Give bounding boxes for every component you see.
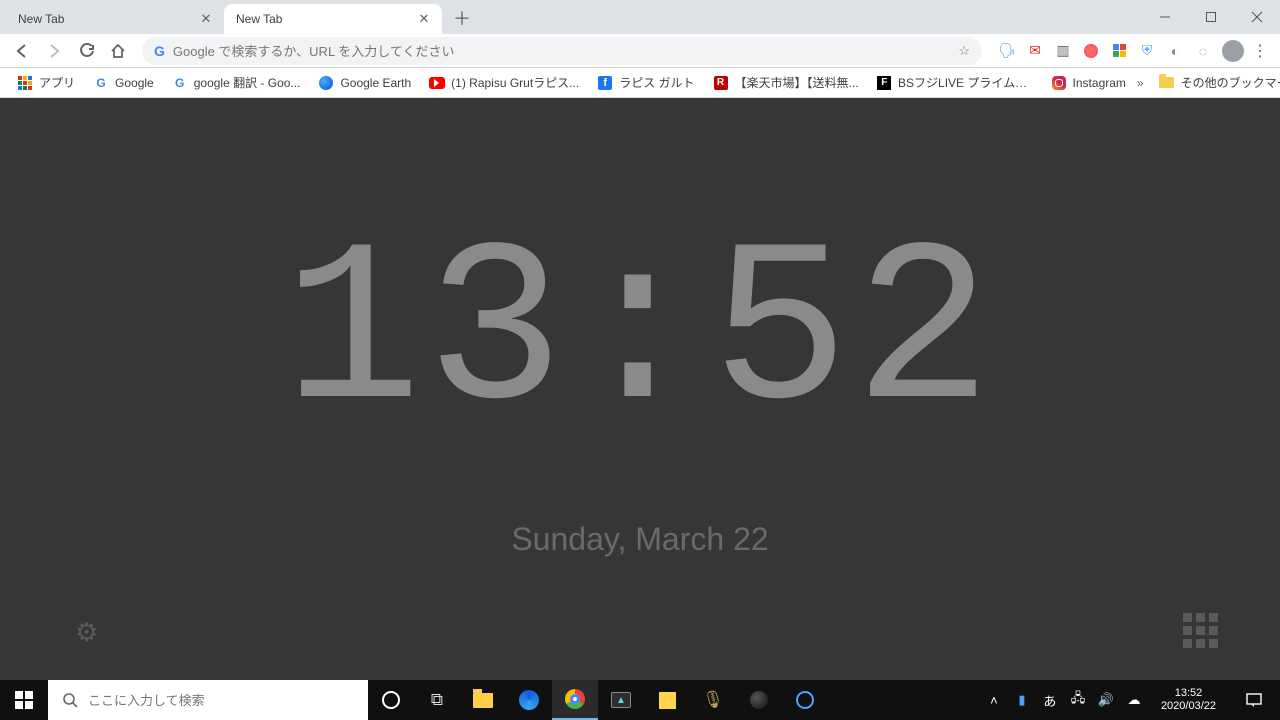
bookmark-bsfuji[interactable]: F BSフジLIVE プライムニ... — [870, 71, 1040, 95]
rakuten-icon: R — [714, 76, 728, 90]
mic-app-button[interactable]: 🎙 — [690, 680, 736, 720]
bookmark-google-earth[interactable]: Google Earth — [311, 71, 418, 95]
extension-icon[interactable] — [1110, 42, 1128, 60]
sticky-notes-button[interactable] — [644, 680, 690, 720]
file-explorer-button[interactable] — [460, 680, 506, 720]
apps-grid-icon[interactable] — [1183, 613, 1218, 648]
bookmark-google-translate[interactable]: G google 翻訳 - Goo... — [165, 71, 308, 95]
bookmark-star-icon[interactable]: ☆ — [958, 43, 970, 59]
extension-icon[interactable] — [1082, 42, 1100, 60]
tray-icon[interactable]: ▮ — [1013, 692, 1031, 708]
bookmark-facebook[interactable]: f ラピス ガルト — [590, 71, 701, 95]
gmail-extension-icon[interactable]: ✉ — [1026, 42, 1044, 60]
extension-icon[interactable]: ◐ — [1166, 42, 1184, 60]
search-icon — [62, 692, 78, 708]
reload-button[interactable] — [72, 37, 100, 65]
folder-icon — [1159, 77, 1174, 88]
translate-extension-icon[interactable]: 🗣 — [998, 42, 1016, 60]
taskbar-search-input[interactable] — [88, 693, 354, 708]
start-button[interactable] — [0, 680, 48, 720]
photos-button[interactable]: ▲ — [598, 680, 644, 720]
clock-time: 13:52 — [283, 221, 996, 451]
extension-icon[interactable]: ⛨ — [1138, 42, 1156, 60]
home-button[interactable] — [104, 37, 132, 65]
bookmark-youtube[interactable]: (1) Rapisu Grutラピス... — [422, 71, 586, 95]
edge-icon — [519, 690, 539, 710]
bookmarks-bar: アプリ G Google G google 翻訳 - Goo... Google… — [0, 68, 1280, 98]
cortana-circle-icon[interactable] — [368, 680, 414, 720]
action-center-button[interactable] — [1234, 680, 1274, 720]
taskbar-pinned: ⧉ ▲ 🎙 — [368, 680, 828, 720]
cortana-button[interactable] — [782, 680, 828, 720]
profile-avatar[interactable] — [1222, 40, 1244, 62]
minimize-button[interactable] — [1142, 0, 1188, 34]
chrome-icon — [565, 689, 585, 709]
bookmark-overflow-button[interactable]: » — [1137, 76, 1144, 90]
tray-chevron-up-icon[interactable]: ˄ — [985, 693, 1003, 708]
bookmark-google[interactable]: G Google — [86, 71, 161, 95]
windows-logo-icon — [15, 691, 33, 709]
youtube-icon — [429, 77, 445, 89]
folder-icon — [473, 693, 493, 708]
bookmark-instagram[interactable]: Instagram — [1044, 71, 1133, 95]
tab-title: New Tab — [236, 12, 416, 26]
google-icon: G — [154, 43, 165, 59]
browser-tab-1[interactable]: New Tab ✕ — [224, 4, 442, 34]
browser-tab-0[interactable]: New Tab ✕ — [6, 4, 224, 34]
system-tray: ˄ ▮ あ 🖧 🔊 ☁ 13:52 2020/03/22 — [979, 680, 1280, 720]
window-controls — [1142, 0, 1280, 34]
tab-title: New Tab — [18, 12, 198, 26]
close-icon[interactable]: ✕ — [416, 11, 432, 27]
onedrive-icon[interactable]: ☁ — [1125, 692, 1143, 708]
extension-icons: 🗣 ✉ ▥ ⛨ ◐ ◌ — [992, 42, 1218, 60]
other-bookmarks-folder[interactable]: その他のブックマーク — [1152, 71, 1280, 95]
photos-icon: ▲ — [611, 692, 631, 708]
settings-gear-icon[interactable]: ⚙ — [75, 617, 98, 648]
extension-icon[interactable]: ◌ — [1194, 42, 1212, 60]
google-icon: G — [172, 75, 188, 91]
apps-icon — [18, 76, 32, 90]
google-icon: G — [93, 75, 109, 91]
chrome-button[interactable] — [552, 680, 598, 720]
omnibox-placeholder: Google で検索するか、URL を入力してください — [173, 41, 455, 60]
forward-button[interactable] — [40, 37, 68, 65]
taskbar-clock[interactable]: 13:52 2020/03/22 — [1153, 687, 1224, 712]
address-bar[interactable]: G Google で検索するか、URL を入力してください ☆ — [142, 37, 982, 65]
browser-toolbar: G Google で検索するか、URL を入力してください ☆ 🗣 ✉ ▥ ⛨ … — [0, 34, 1280, 68]
window-close-button[interactable] — [1234, 0, 1280, 34]
network-icon[interactable]: 🖧 — [1069, 689, 1087, 711]
app-button[interactable] — [736, 680, 782, 720]
close-icon[interactable]: ✕ — [198, 11, 214, 27]
cortana-icon — [796, 691, 814, 709]
note-icon — [659, 692, 676, 709]
newtab-page: 13:52 Sunday, March 22 ⚙ — [0, 98, 1280, 680]
windows-taskbar: ⧉ ▲ 🎙 ˄ ▮ あ 🖧 🔊 ☁ 13:52 2020/03/22 — [0, 680, 1280, 720]
browser-titlebar: New Tab ✕ New Tab ✕ ＋ — [0, 0, 1280, 34]
clock-date: Sunday, March 22 — [511, 521, 768, 558]
tab-strip: New Tab ✕ New Tab ✕ ＋ — [0, 0, 476, 34]
earth-icon — [319, 76, 333, 90]
facebook-icon: f — [598, 76, 612, 90]
chrome-menu-button[interactable]: ⋮ — [1248, 39, 1272, 63]
maximize-button[interactable] — [1188, 0, 1234, 34]
task-view-button[interactable]: ⧉ — [414, 680, 460, 720]
edge-button[interactable] — [506, 680, 552, 720]
back-button[interactable] — [8, 37, 36, 65]
taskbar-search[interactable] — [48, 680, 368, 720]
ime-icon[interactable]: あ — [1041, 691, 1059, 710]
instagram-icon — [1052, 76, 1066, 90]
fuji-icon: F — [877, 76, 891, 90]
extension-icon[interactable]: ▥ — [1054, 42, 1072, 60]
bookmark-rakuten[interactable]: R 【楽天市場】【送料無... — [706, 71, 866, 95]
bookmark-apps[interactable]: アプリ — [10, 71, 82, 95]
new-tab-button[interactable]: ＋ — [448, 4, 476, 32]
volume-icon[interactable]: 🔊 — [1097, 692, 1115, 708]
